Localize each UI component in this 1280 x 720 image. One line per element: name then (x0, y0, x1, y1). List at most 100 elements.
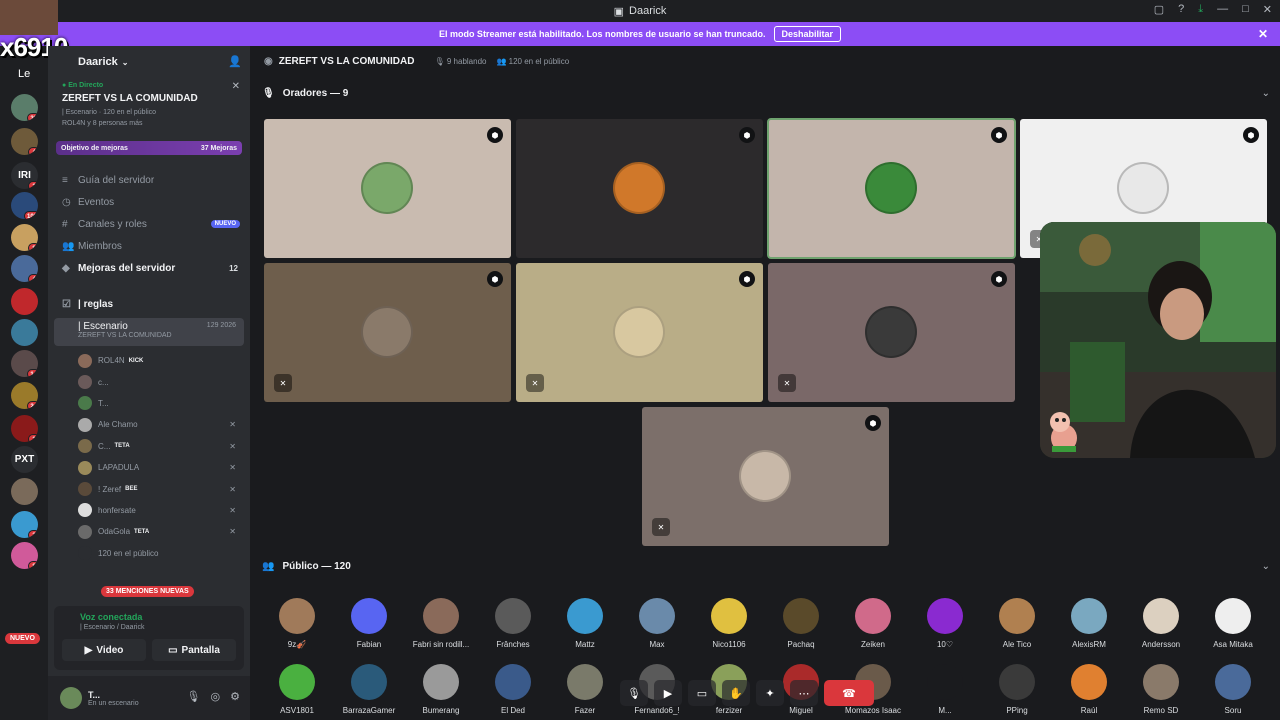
download-icon[interactable]: ⤓ (1198, 3, 1203, 16)
audience-member[interactable]: Max (628, 598, 686, 649)
audience-member[interactable]: Nico1106 (700, 598, 758, 649)
audience-member[interactable]: Pachaq (772, 598, 830, 649)
server-icon[interactable]: 8 (11, 224, 38, 251)
audience-member[interactable]: BarrazaGamer (340, 664, 398, 715)
audience-member[interactable]: PPing (988, 664, 1046, 715)
stage-member[interactable]: T... (48, 393, 250, 414)
unread-badge: 1 (28, 181, 38, 189)
stage-member[interactable]: Ale Chamo ✕ (48, 414, 250, 435)
audience-member[interactable]: Fabri sin rodill... (412, 598, 470, 649)
audience-member[interactable]: ASV1801 (268, 664, 326, 715)
avatar[interactable] (60, 687, 82, 709)
audience-member[interactable]: Fazer (556, 664, 614, 715)
sidebar-item[interactable]: 👥 Miembros (48, 235, 250, 257)
stage-member[interactable]: honfersate ✕ (48, 500, 250, 521)
speaker-tile[interactable]: ⬢ (264, 119, 511, 258)
audience-member[interactable]: Frânches (484, 598, 542, 649)
request-speak-button[interactable]: ✋ (722, 680, 750, 706)
sidebar-item[interactable]: ◷ Eventos (48, 191, 250, 213)
server-icon[interactable]: 103 (11, 192, 38, 219)
audience-member[interactable]: 10♡ (916, 598, 974, 649)
server-icon[interactable] (11, 478, 38, 505)
camera-toggle-button[interactable]: ▶ (654, 680, 682, 706)
audience-header: 👥 Público — 120 (262, 561, 351, 572)
audience-member[interactable]: Andersson (1132, 598, 1190, 649)
speaker-tile[interactable]: ⬢ ✕ (642, 407, 889, 546)
live-stage-card[interactable]: ● En Directo ZEREFT VS LA COMUNIDAD | Es… (54, 78, 244, 131)
audience-member[interactable]: Remo SD (1132, 664, 1190, 715)
server-name: Daarick (78, 56, 118, 68)
member-tag: BEE (125, 486, 138, 493)
close-banner-icon[interactable]: ✕ (1258, 27, 1268, 41)
live-subtitle: | Escenario · 120 en el público (62, 109, 157, 116)
disable-streamer-button[interactable]: Deshabilitar (773, 26, 842, 42)
audience-member[interactable]: M... (916, 664, 974, 715)
audience-member[interactable]: Zeiken (844, 598, 902, 649)
call-controls: 🎙 ▶ ▭ ✋ ✦ ⋯ ☎ (620, 678, 874, 708)
server-icon[interactable]: 4 (11, 128, 38, 155)
stage-icon: ◉ (264, 55, 273, 67)
server-icon[interactable]: 24 (11, 382, 38, 409)
server-icon[interactable]: 3 (11, 511, 38, 538)
mic-toggle-button[interactable]: 🎙 (620, 680, 648, 706)
server-icon[interactable]: 1 (11, 415, 38, 442)
speaker-tile[interactable]: ⬢ (516, 119, 763, 258)
server-icon[interactable]: PXT (11, 446, 38, 473)
stage-member[interactable]: LAPADULA ✕ (48, 457, 250, 478)
headphones-icon[interactable]: ◎ (211, 690, 221, 703)
server-icon[interactable] (11, 288, 38, 315)
mic-icon[interactable]: 🎙 (187, 690, 201, 703)
stage-channel[interactable]: | Escenario ZEREFT VS LA COMUNIDAD 129 2… (54, 318, 244, 346)
server-icon[interactable]: 4 (11, 255, 38, 282)
server-icon[interactable]: 14 (11, 350, 38, 377)
help-icon[interactable]: ? (1178, 3, 1184, 16)
inbox-icon[interactable]: ▢ (1154, 3, 1164, 16)
audience-member[interactable]: Ale Tico (988, 598, 1046, 649)
speaker-tile[interactable]: ⬢ (767, 118, 1016, 259)
boost-goal[interactable]: Objetivo de mejoras 37 Mejoras (56, 141, 242, 155)
invite-icon[interactable]: 👤 (228, 55, 242, 68)
stage-member[interactable]: OdaGola TETA ✕ (48, 521, 250, 542)
sidebar-item[interactable]: ◆ Mejoras del servidor 12 (48, 257, 250, 279)
settings-gear-icon[interactable]: ⚙ (230, 690, 240, 703)
stage-member[interactable]: ROL4N KICK (48, 350, 250, 371)
server-icon[interactable]: IRI 1 (11, 162, 38, 189)
speaker-tile[interactable]: ⬢ ✕ (516, 263, 763, 402)
activities-button[interactable]: ✦ (756, 680, 784, 706)
audience-member[interactable]: Raúl (1060, 664, 1118, 715)
stage-member[interactable]: ! Zeref BEE ✕ (48, 478, 250, 499)
server-icon[interactable]: 33 (11, 94, 38, 121)
speaker-tile[interactable]: ⬢ ✕ (264, 263, 511, 402)
stage-member[interactable]: c... (48, 371, 250, 392)
server-icon[interactable]: 8 (11, 542, 38, 569)
screen-share-button[interactable]: ▭ Pantalla (152, 639, 236, 661)
close-icon[interactable]: ✕ (232, 81, 240, 92)
server-icon[interactable] (11, 319, 38, 346)
audience-member[interactable]: AlexisRM (1060, 598, 1118, 649)
audience-member[interactable]: Soru (1204, 664, 1262, 715)
stage-member[interactable]: C... TETA ✕ (48, 436, 250, 457)
stage-member[interactable]: 120 en el público (48, 543, 250, 564)
video-button[interactable]: ▶ Video (62, 639, 146, 661)
minimize-button[interactable]: — (1217, 3, 1228, 16)
audience-member[interactable]: El Ded (484, 664, 542, 715)
sidebar-item[interactable]: # Canales y roles NUEVO (48, 213, 250, 235)
server-header[interactable]: Daarick ⌄ 👤 (48, 46, 250, 78)
maximize-button[interactable]: □ (1242, 3, 1249, 16)
more-options-button[interactable]: ⋯ (790, 680, 818, 706)
screen-share-toggle[interactable]: ▭ (688, 680, 716, 706)
audience-member[interactable]: Asa Mitaka (1204, 598, 1262, 649)
chevron-down-icon[interactable]: ⌄ (1262, 561, 1270, 572)
speaker-tile[interactable]: ⬢ ✕ (768, 263, 1015, 402)
audience-member[interactable]: Fabian (340, 598, 398, 649)
audience-member[interactable]: Bumerang (412, 664, 470, 715)
chevron-down-icon[interactable]: ⌄ (1262, 88, 1270, 99)
close-window-button[interactable]: ✕ (1263, 3, 1272, 16)
new-mentions-badge[interactable]: 33 MENCIONES NUEVAS (101, 586, 194, 597)
channel-reglas[interactable]: ☑ | reglas (48, 293, 250, 315)
audience-member[interactable]: 9z🎻 (268, 598, 326, 649)
audience-member[interactable]: Mattz (556, 598, 614, 649)
sidebar-item[interactable]: ≡ Guía del servidor (48, 169, 250, 191)
unread-badge: 3 (28, 530, 38, 538)
leave-stage-button[interactable]: ☎ (824, 680, 874, 706)
